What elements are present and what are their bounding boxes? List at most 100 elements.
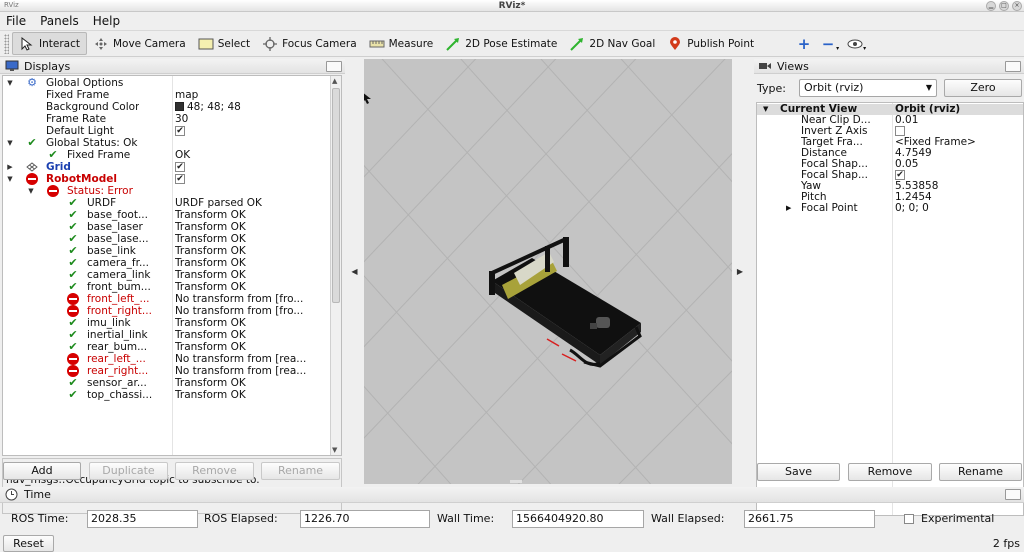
expand-arrow-icon[interactable]: ▼ (6, 137, 14, 149)
wall-time-field[interactable]: 1566404920.80 (512, 510, 644, 528)
grid-checkbox[interactable]: ✔ (175, 162, 185, 172)
tool-measure[interactable]: Measure (363, 32, 440, 55)
tree-row-link[interactable]: ✔ top_chassi... Transform OK (3, 389, 331, 402)
viewport-resize-grip[interactable] (510, 480, 522, 483)
minimize-button[interactable]: ▁ (986, 1, 996, 11)
time-title: Time (24, 488, 51, 501)
collapse-left-button[interactable]: ◀ (347, 59, 362, 484)
view-prop-focal-point[interactable]: ▶ Focal Point 0; 0; 0 (757, 203, 1023, 214)
tree-row-background-color[interactable]: Background Color 48; 48; 48 (3, 101, 331, 113)
map-pin-icon (667, 36, 683, 51)
tree-row-link[interactable]: ✔ base_lase... Transform OK (3, 233, 331, 246)
tree-row-robot-model[interactable]: ▼ RobotModel ✔ (3, 173, 331, 185)
reset-button[interactable]: Reset (3, 535, 54, 552)
view-prop-target-frame[interactable]: Target Fra... <Fixed Frame> (757, 137, 1023, 148)
tree-row-grid[interactable]: ▶ Grid ✔ (3, 161, 331, 173)
tree-row-link[interactable]: ✔ inertial_link Transform OK (3, 329, 331, 342)
tree-row-urdf[interactable]: ✔ URDF URDF parsed OK (3, 197, 331, 210)
view-prop-yaw[interactable]: Yaw 5.53858 (757, 181, 1023, 192)
view-prop-focal-shape-fixed[interactable]: Focal Shap... ✔ (757, 170, 1023, 181)
collapse-arrow-icon[interactable]: ▶ (6, 161, 14, 173)
tool-focus-camera[interactable]: Focus Camera (256, 32, 363, 55)
expand-arrow-icon[interactable]: ▼ (6, 173, 14, 185)
tree-row-link-error[interactable]: front_left_... No transform from [fro... (3, 293, 331, 305)
remove-display-button[interactable]: Remove (175, 462, 254, 480)
tree-row-link[interactable]: ✔ base_link Transform OK (3, 245, 331, 258)
add-button[interactable]: Add (3, 462, 81, 480)
view-prop-distance[interactable]: Distance 4.7549 (757, 148, 1023, 159)
default-light-checkbox[interactable]: ✔ (175, 126, 185, 136)
robot-model-checkbox[interactable]: ✔ (175, 174, 185, 184)
view-prop-focal-shape-size[interactable]: Focal Shap... 0.05 (757, 159, 1023, 170)
collapse-right-button[interactable]: ▶ (734, 59, 746, 484)
float-panel-button[interactable] (326, 61, 342, 72)
tree-row-link[interactable]: ✔ front_bum... Transform OK (3, 281, 331, 294)
tool-2d-pose-estimate[interactable]: 2D Pose Estimate (439, 32, 563, 55)
tool-measure-label: Measure (388, 37, 434, 50)
expand-arrow-icon[interactable]: ▼ (27, 185, 35, 197)
float-panel-button[interactable] (1005, 61, 1021, 72)
tree-row-status-fixed-frame[interactable]: ✔ Fixed Frame OK (3, 149, 331, 162)
displays-tree[interactable]: ▼ ⚙ Global Options Fixed Frame map Backg… (2, 75, 342, 456)
tree-row-link[interactable]: ✔ base_laser Transform OK (3, 221, 331, 234)
rename-view-button[interactable]: Rename (939, 463, 1022, 481)
tree-row-link-error[interactable]: front_right... No transform from [fro... (3, 305, 331, 317)
tree-row-current-view[interactable]: ▼ Current View Orbit (rviz) (757, 104, 1023, 115)
view-type-select[interactable]: Orbit (rviz) ▼ (799, 79, 937, 97)
tree-row-link[interactable]: ✔ camera_link Transform OK (3, 269, 331, 282)
tree-row-link[interactable]: ✔ camera_fr... Transform OK (3, 257, 331, 270)
render-viewport[interactable] (364, 59, 732, 484)
float-panel-button[interactable] (1005, 489, 1021, 500)
scroll-up-icon[interactable]: ▲ (332, 77, 337, 85)
displays-scrollbar[interactable]: ▲ ▼ (330, 76, 341, 455)
tree-row-global-options[interactable]: ▼ ⚙ Global Options (3, 77, 331, 90)
view-prop-invert-z[interactable]: Invert Z Axis (757, 126, 1023, 137)
zero-button[interactable]: Zero (944, 79, 1022, 97)
menu-file[interactable]: File (6, 14, 26, 28)
invert-z-checkbox[interactable] (895, 126, 905, 136)
close-button[interactable]: × (1012, 1, 1022, 11)
toolbar-grip[interactable] (4, 33, 9, 54)
tree-row-link[interactable]: ✔ sensor_ar... Transform OK (3, 377, 331, 390)
ros-time-field[interactable]: 2028.35 (87, 510, 198, 528)
remove-tool-button[interactable]: − ▾ (816, 32, 843, 55)
tree-row-fixed-frame[interactable]: Fixed Frame map (3, 89, 331, 101)
menu-panels[interactable]: Panels (40, 14, 79, 28)
rename-display-button[interactable]: Rename (261, 462, 340, 480)
tree-row-frame-rate[interactable]: Frame Rate 30 (3, 113, 331, 125)
expand-arrow-icon[interactable]: ▼ (763, 104, 768, 115)
tool-move-camera[interactable]: Move Camera (87, 32, 192, 55)
view-prop-near-clip[interactable]: Near Clip D... 0.01 (757, 115, 1023, 126)
save-view-button[interactable]: Save (757, 463, 840, 481)
wall-elapsed-field[interactable]: 2661.75 (744, 510, 875, 528)
scrollbar-thumb[interactable] (332, 88, 340, 303)
expand-arrow-icon[interactable]: ▼ (6, 77, 14, 89)
tool-select[interactable]: Select (192, 32, 256, 55)
menu-help[interactable]: Help (93, 14, 120, 28)
tree-row-status-error[interactable]: ▼ Status: Error (3, 185, 331, 197)
view-options-button[interactable]: ▾ (843, 32, 870, 55)
tree-row-link[interactable]: ✔ base_foot... Transform OK (3, 209, 331, 222)
experimental-checkbox[interactable] (904, 514, 914, 524)
tool-interact[interactable]: Interact (12, 32, 87, 55)
tree-row-link-error[interactable]: rear_right... No transform from [rea... (3, 365, 331, 377)
view-prop-pitch[interactable]: Pitch 1.2454 (757, 192, 1023, 203)
tree-row-link[interactable]: ✔ rear_bum... Transform OK (3, 341, 331, 354)
collapse-arrow-icon[interactable]: ▶ (786, 203, 791, 214)
tool-2d-nav-goal[interactable]: 2D Nav Goal (563, 32, 661, 55)
tree-row-link-error[interactable]: rear_left_... No transform from [rea... (3, 353, 331, 365)
remove-view-button[interactable]: Remove (848, 463, 932, 481)
color-swatch[interactable] (175, 102, 184, 111)
check-icon: ✔ (27, 136, 37, 149)
view-properties-tree[interactable]: ▼ Current View Orbit (rviz) Near Clip D.… (756, 102, 1024, 516)
duplicate-button[interactable]: Duplicate (89, 462, 168, 480)
ros-elapsed-field[interactable]: 1226.70 (300, 510, 430, 528)
scroll-down-icon[interactable]: ▼ (332, 446, 337, 454)
tree-row-default-light[interactable]: Default Light ✔ (3, 125, 331, 137)
focal-shape-checkbox[interactable]: ✔ (895, 170, 905, 180)
add-tool-button[interactable]: + (792, 32, 816, 55)
scene-canvas[interactable] (364, 59, 732, 484)
tool-publish-point[interactable]: Publish Point (661, 32, 760, 55)
tree-row-link[interactable]: ✔ imu_link Transform OK (3, 317, 331, 330)
maximize-button[interactable]: □ (999, 1, 1009, 11)
